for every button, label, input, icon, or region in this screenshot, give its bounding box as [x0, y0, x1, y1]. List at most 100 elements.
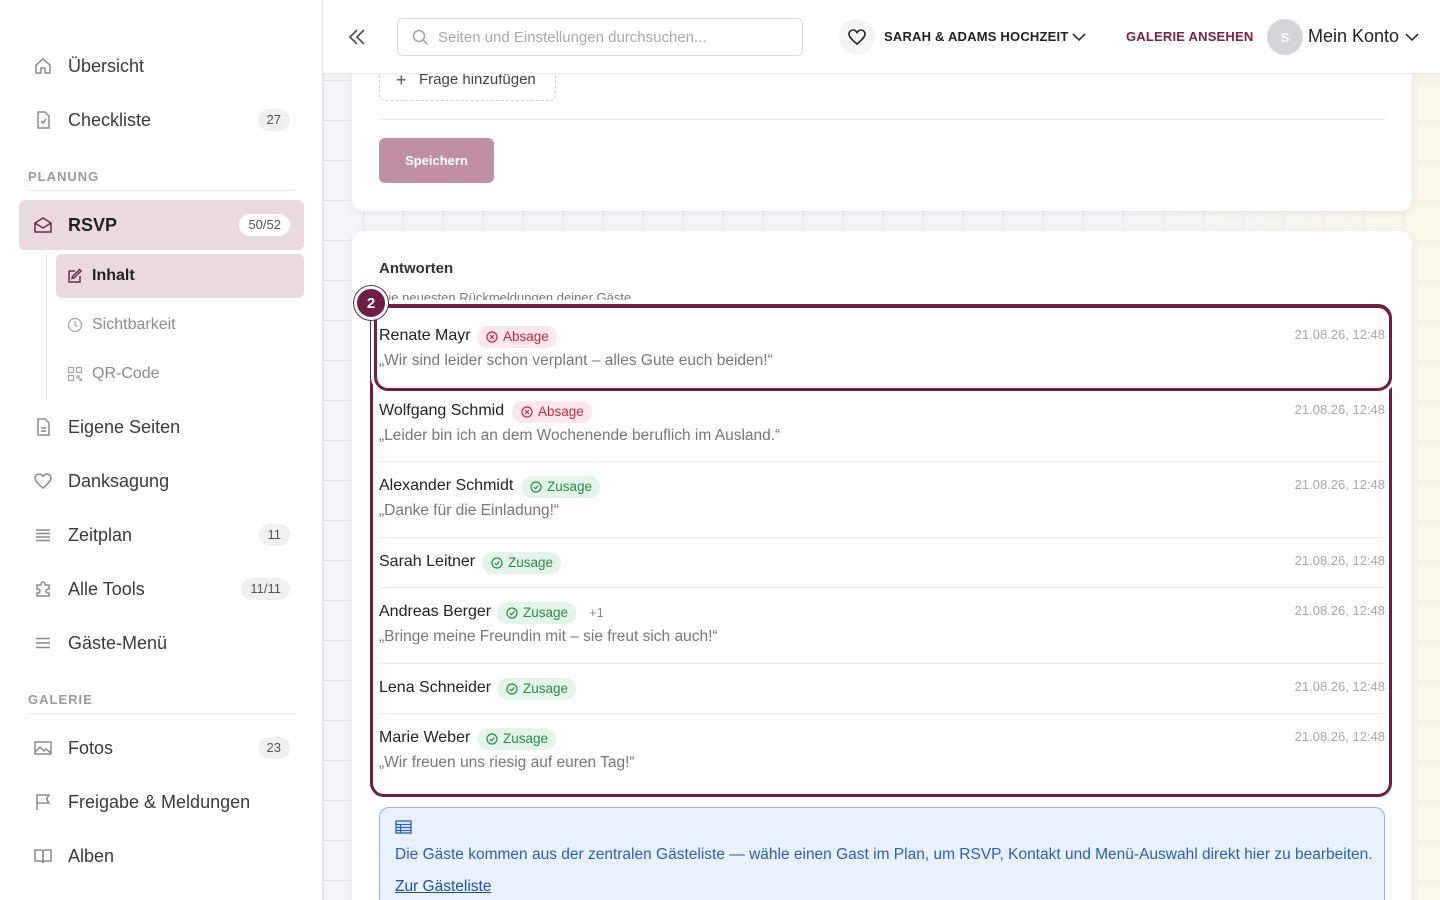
plus-one-count: +1 [589, 605, 604, 620]
info-text: Die Gäste kommen aus der zentralen Gäste… [395, 846, 1373, 863]
check-circle-icon [530, 481, 542, 493]
status-badge: Zusage [497, 602, 577, 624]
sidebar-subitem-qrcode[interactable]: QR-Code [56, 352, 304, 396]
home-icon [33, 56, 53, 76]
table-icon [395, 820, 412, 834]
search-box[interactable] [397, 18, 803, 56]
answer-message: „Wir freuen uns riesig auf euren Tag!“ [379, 754, 635, 771]
answer-timestamp: 21.08.26, 12:48 [1294, 679, 1385, 694]
submenu-line [46, 254, 47, 399]
sidebar-item-schedule[interactable]: Zeitplan 11 [19, 510, 304, 560]
chevron-down-icon[interactable] [1403, 28, 1421, 46]
focused-row-highlight [374, 304, 1392, 391]
count-badge: 11 [258, 524, 290, 546]
answer-timestamp: 21.08.26, 12:48 [1294, 477, 1385, 492]
sidebar-item-all-tools[interactable]: Alle Tools 11/11 [19, 564, 304, 614]
sidebar-item-label: Fotos [68, 737, 114, 758]
status-badge: Zusage [482, 552, 562, 574]
sidebar-item-checklist[interactable]: Checkliste 27 [19, 95, 304, 145]
flag-icon [33, 792, 53, 812]
answers-subtitle: Die neuesten Rückmeldungen deiner Gäste [379, 290, 632, 300]
answer-timestamp: 21.08.26, 12:48 [1294, 729, 1385, 744]
section-divider [28, 190, 296, 191]
save-button[interactable]: Speichern [379, 138, 494, 183]
event-heart-button[interactable] [839, 19, 875, 55]
answer-timestamp: 21.08.26, 12:48 [1294, 603, 1385, 618]
guest-name: Lena Schneider [379, 679, 492, 696]
sidebar-item-custom-pages[interactable]: Eigene Seiten [19, 402, 304, 452]
view-gallery-link[interactable]: GALERIE ANSEHEN [1126, 29, 1253, 44]
edit-icon [66, 267, 84, 285]
sidebar-subitem-label: Inhalt [92, 267, 135, 284]
check-circle-icon [506, 683, 518, 695]
sidebar-subitem-content[interactable]: Inhalt [56, 254, 304, 298]
answers-title: Antworten [379, 260, 454, 277]
sidebar-item-label: Alle Tools [68, 578, 145, 599]
section-title-planning: PLANUNG [28, 169, 100, 184]
guest-name: Alexander Schmidt [379, 477, 514, 494]
guest-list-link[interactable]: Zur Gästeliste [395, 878, 491, 896]
sidebar-item-rsvp[interactable]: RSVP 50/52 [19, 200, 304, 250]
count-badge: 27 [257, 109, 290, 131]
menu-icon [33, 633, 53, 653]
heart-icon [33, 471, 53, 491]
guest-name: Wolfgang Schmid [379, 402, 505, 419]
sidebar-item-label: Danksagung [68, 470, 170, 491]
count-badge: 11/11 [241, 578, 290, 600]
sidebar: Übersicht Checkliste 27 PLANUNG RSVP 50/… [0, 0, 323, 900]
status-badge: Zusage [477, 728, 557, 750]
status-badge: Absage [512, 401, 592, 423]
answer-timestamp: 21.08.26, 12:48 [1294, 553, 1385, 568]
sidebar-subitem-label: QR-Code [92, 365, 160, 382]
guest-name: Marie Weber [379, 729, 471, 746]
sidebar-subitem-visibility[interactable]: Sichtbarkeit [56, 303, 304, 347]
sidebar-item-albums[interactable]: Alben [19, 831, 304, 881]
answer-message: „Danke für die Einladung!“ [379, 502, 560, 519]
row-divider [379, 663, 1385, 664]
sidebar-item-label: RSVP [68, 214, 118, 235]
guest-list-info-box: Die Gäste kommen aus der zentralen Gäste… [379, 807, 1385, 900]
list-icon [33, 525, 53, 545]
x-circle-icon [521, 406, 533, 418]
status-badge: Zusage [521, 476, 601, 498]
check-circle-icon [491, 557, 503, 569]
search-input[interactable] [438, 19, 793, 55]
row-divider [379, 587, 1385, 588]
image-icon [33, 738, 53, 758]
envelope-open-icon [33, 215, 53, 235]
status-badge: Zusage [497, 678, 577, 700]
sidebar-item-guest-menu[interactable]: Gäste-Menü [19, 618, 304, 668]
puzzle-icon [33, 579, 53, 599]
sidebar-item-label: Eigene Seiten [68, 416, 181, 437]
avatar[interactable]: S [1267, 19, 1303, 55]
qr-code-icon [66, 365, 84, 383]
sidebar-item-label: Alben [68, 845, 115, 866]
collapse-sidebar-button[interactable] [345, 24, 369, 50]
checklist-icon [33, 110, 53, 130]
guest-name: Andreas Berger [379, 603, 492, 620]
section-title-gallery: GALERIE [28, 692, 93, 707]
chevron-down-icon[interactable] [1070, 28, 1088, 46]
sidebar-subitem-label: Sichtbarkeit [92, 316, 176, 333]
section-divider [28, 713, 296, 714]
answer-timestamp: 21.08.26, 12:48 [1294, 402, 1385, 417]
answer-message: „Bringe meine Freundin mit – sie freut s… [379, 628, 718, 645]
account-menu[interactable]: Mein Konto [1308, 26, 1399, 47]
sidebar-item-label: Übersicht [68, 55, 145, 76]
sidebar-item-label: Zeitplan [68, 524, 133, 545]
sidebar-item-label: Checkliste [68, 109, 152, 130]
sidebar-item-overview[interactable]: Übersicht [19, 41, 304, 91]
answer-message: „Leider bin ich an dem Wochenende berufl… [379, 427, 781, 444]
form-divider [379, 119, 1385, 120]
sidebar-item-sharing-reports[interactable]: Freigabe & Meldungen [19, 777, 304, 827]
guest-name: Sarah Leitner [379, 553, 476, 570]
sidebar-item-thanks[interactable]: Danksagung [19, 456, 304, 506]
clock-icon [66, 316, 84, 334]
row-divider [379, 461, 1385, 462]
row-divider [379, 537, 1385, 538]
event-selector[interactable]: SARAH & ADAMS HOCHZEIT [884, 29, 1068, 44]
book-open-icon [33, 846, 53, 866]
sidebar-item-photos[interactable]: Fotos 23 [19, 723, 304, 773]
row-divider [379, 713, 1385, 714]
heart-icon [848, 29, 866, 46]
